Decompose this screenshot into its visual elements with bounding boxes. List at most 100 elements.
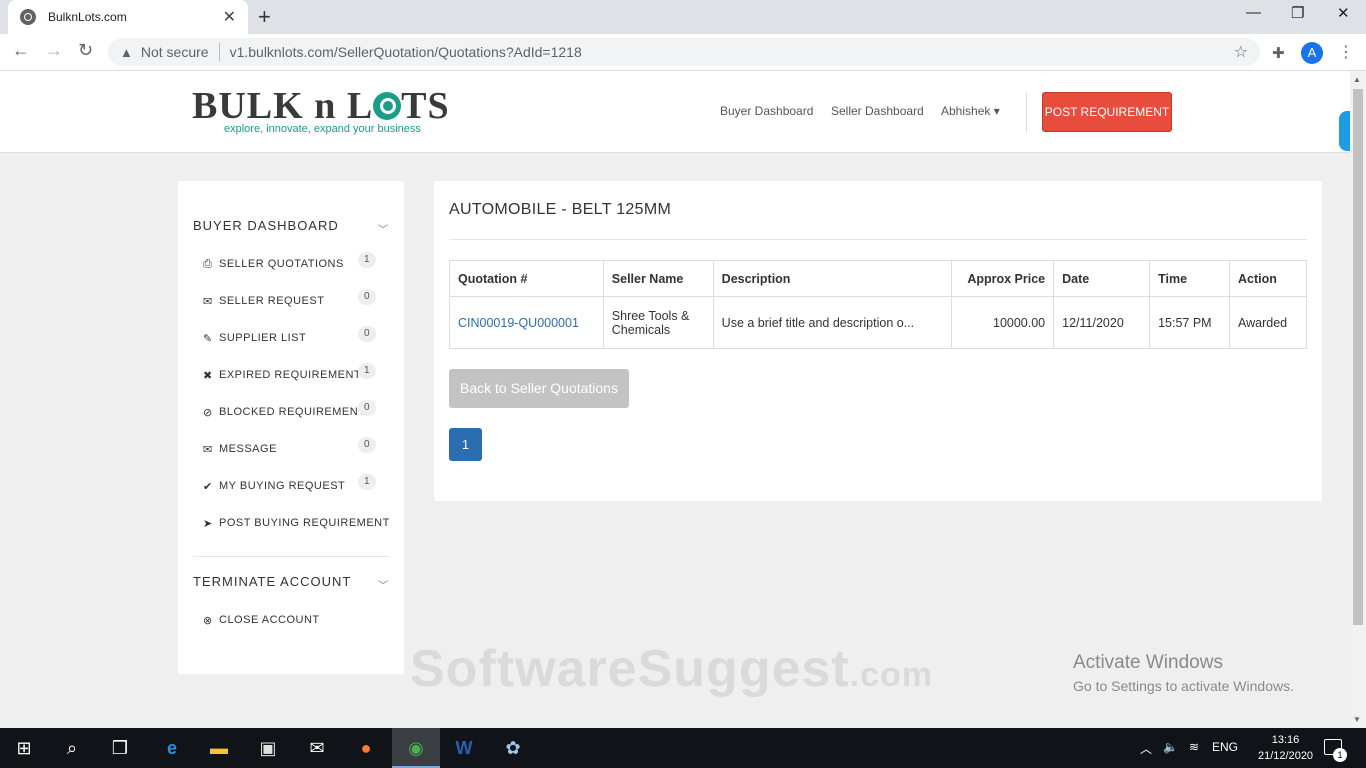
description-cell: Use a brief title and description o... [712, 296, 953, 349]
sidebar-item-message[interactable]: ✉ MESSAGE 0 [203, 437, 383, 459]
times-icon: ✖ [203, 369, 213, 382]
store-icon[interactable]: ▣ [256, 736, 280, 760]
approx-price-cell: 10000.00 [951, 296, 1055, 349]
table-row: CIN00019-QU000001 Shree Tools & Chemical… [449, 296, 1308, 349]
not-secure-label[interactable]: Not secure [141, 44, 209, 60]
url-text[interactable]: v1.bulknlots.com/SellerQuotation/Quotati… [230, 44, 582, 60]
bookmark-star-icon[interactable]: ☆ [1234, 42, 1248, 62]
notification-count-badge: 1 [1333, 748, 1347, 762]
warning-icon[interactable]: ▲ [120, 45, 133, 60]
scrollbar-thumb[interactable] [1353, 89, 1363, 625]
count-badge: 0 [358, 326, 376, 342]
forward-arrow-icon[interactable]: → [45, 40, 63, 61]
time-cell: 15:57 PM [1149, 296, 1230, 349]
clock-time: 13:16 [1271, 734, 1300, 746]
volume-icon[interactable]: 🔈 [1163, 740, 1178, 754]
sidebar-item-my-buying-request[interactable]: ✔ MY BUYING REQUEST 1 [203, 474, 383, 496]
check-icon: ✔ [203, 480, 213, 493]
search-icon[interactable]: ⌕ [60, 736, 84, 760]
quotation-number-link[interactable]: CIN00019-QU000001 [449, 296, 604, 349]
browser-menu-icon[interactable]: ⋮ [1338, 42, 1354, 62]
column-header: Time [1149, 260, 1230, 297]
sidebar-divider [193, 556, 389, 557]
file-explorer-icon[interactable]: ▬ [207, 736, 231, 760]
quotation-panel: AUTOMOBILE - BELT 125MM Quotation # Sell… [434, 181, 1322, 501]
wifi-icon[interactable]: ≋ [1189, 740, 1199, 754]
windows-start-icon[interactable]: ⊞ [12, 736, 36, 760]
chevron-down-icon[interactable]: ﹀ [378, 577, 388, 592]
chrome-icon[interactable]: ◉ [404, 736, 428, 760]
windows-taskbar: ⊞ ⌕ ❒ e ▬ ▣ ✉ ● ◉ W ✿ ︿ 🔈 ≋ ENG 13:16 21… [0, 728, 1366, 768]
action-status-cell: Awarded [1228, 296, 1308, 349]
seller-name-cell: Shree Tools & Chemicals [602, 296, 714, 349]
terminate-account-heading[interactable]: TERMINATE ACCOUNT [193, 574, 351, 589]
sidebar-item-close-account[interactable]: ⊗ CLOSE ACCOUNT [203, 610, 383, 630]
nav-buyer-dashboard[interactable]: Buyer Dashboard [720, 104, 813, 118]
site-logo[interactable]: BULK n L TS explore, innovate, expand you… [192, 87, 450, 135]
sidebar-item-post-buying-requirement[interactable]: ➤ POST BUYING REQUIREMENT [203, 513, 393, 533]
task-view-icon[interactable]: ❒ [108, 736, 132, 760]
tray-chevron-up-icon[interactable]: ︿ [1140, 740, 1152, 757]
nav-seller-dashboard[interactable]: Seller Dashboard [831, 104, 924, 118]
envelope-icon: ✉ [203, 295, 213, 308]
page-scrollbar[interactable]: ▲ ▼ [1350, 71, 1366, 728]
column-header: Date [1053, 260, 1151, 297]
sidebar-item-label: POST BUYING REQUIREMENT [219, 517, 390, 529]
address-bar[interactable]: ▲ Not secure v1.bulknlots.com/SellerQuot… [108, 38, 1260, 66]
sidebar-item-seller-quotations[interactable]: ⎙ SELLER QUOTATIONS 1 [203, 252, 383, 274]
nav-user-dropdown[interactable]: Abhishek ▾ [941, 104, 1000, 118]
taskbar-clock[interactable]: 13:16 21/12/2020 [1258, 732, 1313, 764]
activate-title: Activate Windows [1073, 652, 1223, 673]
word-icon[interactable]: W [452, 736, 476, 760]
softwaresuggest-watermark: SoftwareSuggest.com [410, 640, 934, 698]
count-badge: 0 [358, 400, 376, 416]
activate-subtitle: Go to Settings to activate Windows. [1073, 678, 1294, 694]
new-tab-button[interactable]: + [258, 4, 271, 30]
sidebar-item-expired-requirements[interactable]: ✖ EXPIRED REQUIREMENTS 1 [203, 363, 383, 385]
page-viewport: BULK n L TS explore, innovate, expand you… [0, 71, 1350, 728]
post-requirement-button[interactable]: POST REQUIREMENT [1042, 92, 1172, 132]
sidebar-item-label: CLOSE ACCOUNT [219, 614, 320, 626]
sidebar-item-label: SELLER QUOTATIONS [219, 258, 344, 270]
firefox-icon[interactable]: ● [354, 736, 378, 760]
back-arrow-icon[interactable]: ← [12, 40, 30, 61]
printer-icon: ⎙ [203, 257, 213, 270]
count-badge: 0 [358, 437, 376, 453]
activate-windows-notice: Activate Windows Go to Settings to activ… [1073, 652, 1294, 694]
browser-tabbar: BulknLots.com ✕ + — ❐ ✕ [0, 0, 1366, 34]
sidebar-item-seller-request[interactable]: ✉ SELLER REQUEST 0 [203, 289, 383, 311]
browser-tab[interactable]: BulknLots.com ✕ [8, 0, 248, 34]
times-circle-icon: ⊗ [203, 614, 213, 627]
paper-plane-icon: ➤ [203, 517, 213, 530]
extensions-puzzle-icon[interactable]: ✚ [1272, 44, 1285, 62]
tab-close-icon[interactable]: ✕ [223, 7, 236, 27]
clock-date: 21/12/2020 [1258, 750, 1314, 762]
chevron-down-icon[interactable]: ﹀ [378, 221, 388, 236]
buyer-dashboard-heading[interactable]: BUYER DASHBOARD [193, 218, 339, 233]
sidebar-item-supplier-list[interactable]: ✎ SUPPLIER LIST 0 [203, 326, 383, 348]
minimize-icon[interactable]: — [1246, 4, 1261, 21]
profile-avatar[interactable]: A [1301, 42, 1323, 64]
window-close-icon[interactable]: ✕ [1337, 4, 1350, 22]
site-header: BULK n L TS explore, innovate, expand you… [0, 71, 1350, 153]
tab-title: BulknLots.com [48, 10, 127, 24]
sidebar-item-blocked-requirements[interactable]: ⊘ BLOCKED REQUIREMENTS 0 [203, 400, 383, 422]
reload-icon[interactable]: ↻ [78, 40, 93, 61]
restore-icon[interactable]: ❐ [1291, 4, 1304, 22]
language-indicator[interactable]: ENG [1212, 740, 1238, 754]
paint-icon[interactable]: ✿ [501, 736, 525, 760]
scroll-down-icon[interactable]: ▼ [1353, 715, 1361, 724]
title-divider [449, 239, 1307, 240]
column-header: Seller Name [602, 260, 714, 297]
sidebar-item-label: SUPPLIER LIST [219, 332, 307, 344]
scroll-up-icon[interactable]: ▲ [1353, 75, 1361, 84]
feedback-side-tab[interactable] [1339, 111, 1350, 151]
mail-icon[interactable]: ✉ [305, 736, 329, 760]
count-badge: 1 [358, 474, 376, 490]
page-title: AUTOMOBILE - BELT 125MM [449, 201, 672, 218]
edge-icon[interactable]: e [160, 736, 184, 760]
column-header: Quotation # [449, 260, 604, 297]
back-to-seller-quotations-button[interactable]: Back to Seller Quotations [449, 369, 629, 408]
column-header: Description [712, 260, 953, 297]
pagination-page-1[interactable]: 1 [449, 428, 482, 461]
